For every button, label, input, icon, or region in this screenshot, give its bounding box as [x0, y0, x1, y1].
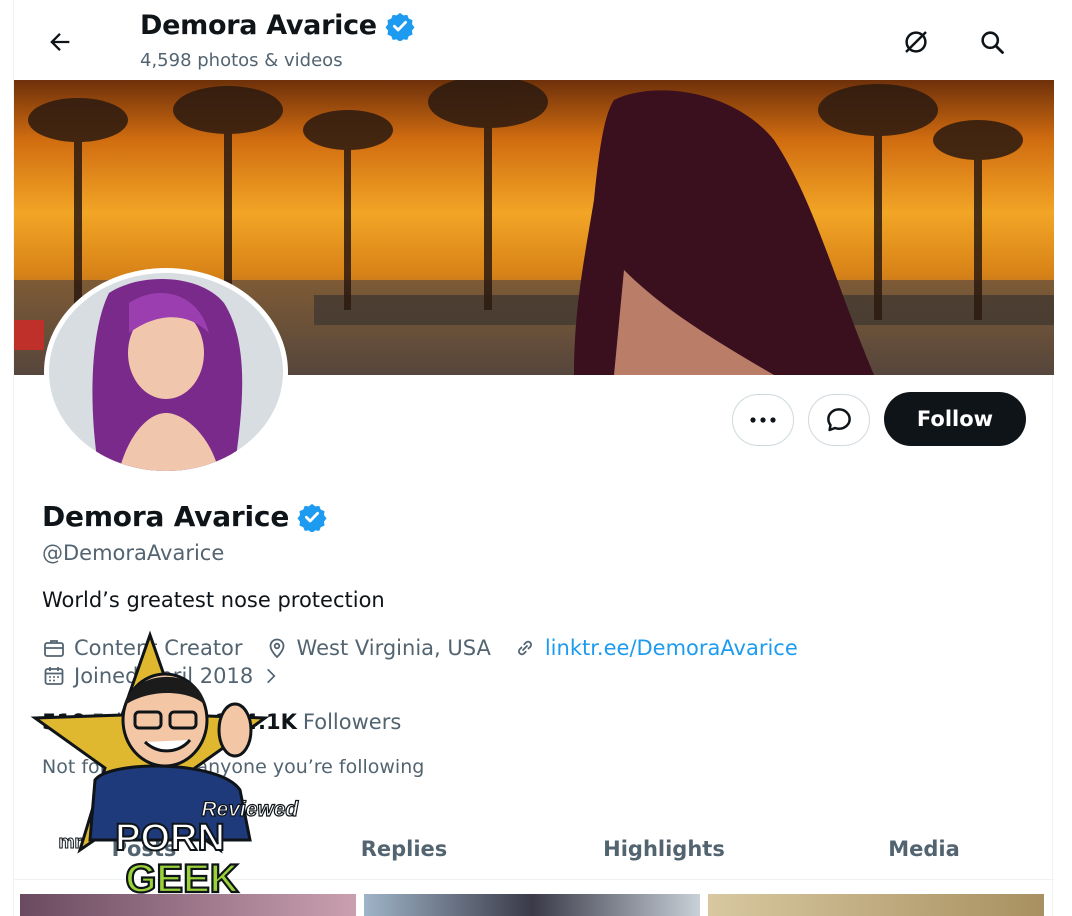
profile-website-link[interactable]: linktr.ee/DemoraAvarice: [545, 636, 798, 660]
more-button[interactable]: [732, 394, 794, 446]
watermark-line2: mr: [58, 832, 81, 852]
tab-highlights[interactable]: Highlights: [534, 818, 794, 879]
avatar-image: [49, 273, 283, 471]
media-thumbnail[interactable]: [708, 894, 1044, 916]
profile-handle: @DemoraAvarice: [42, 541, 225, 565]
followers-label: Followers: [302, 710, 402, 734]
search-icon: [981, 31, 1004, 54]
watermark-line4: GEEK: [125, 857, 238, 900]
profile-name-row: Demora Avarice: [42, 500, 327, 533]
profile-bio: World’s greatest nose protection: [42, 588, 385, 612]
meta-link: linktr.ee/DemoraAvarice: [513, 636, 798, 660]
verified-badge-icon: [385, 12, 415, 41]
search-button[interactable]: [974, 24, 1010, 60]
header-media-count: 4,598 photos & videos: [140, 50, 343, 71]
display-name: Demora Avarice: [42, 500, 290, 533]
watermark-line3: PORN: [115, 817, 225, 859]
back-button[interactable]: [42, 24, 78, 60]
hide-icon: [905, 31, 927, 53]
follow-button[interactable]: Follow: [884, 392, 1026, 446]
message-button[interactable]: [808, 394, 870, 446]
verified-badge-icon[interactable]: [297, 502, 327, 532]
hide-button[interactable]: [898, 24, 934, 60]
tab-replies[interactable]: Replies: [274, 818, 534, 879]
top-bar: Demora Avarice 4,598 photos & videos: [14, 0, 1054, 80]
more-icon: [750, 417, 776, 423]
reviewed-by-watermark: Reviewed by mr PORN GEEK: [0, 630, 331, 902]
header-name: Demora Avarice: [140, 10, 377, 41]
message-icon: [827, 408, 851, 432]
back-arrow-icon: [50, 33, 70, 51]
tab-media[interactable]: Media: [794, 818, 1054, 879]
link-icon: [517, 640, 532, 656]
profile-avatar[interactable]: [44, 268, 288, 476]
meta-location-text: West Virginia, USA: [296, 636, 491, 660]
header-title-row: Demora Avarice: [140, 10, 415, 41]
media-thumbnail[interactable]: [364, 894, 700, 916]
